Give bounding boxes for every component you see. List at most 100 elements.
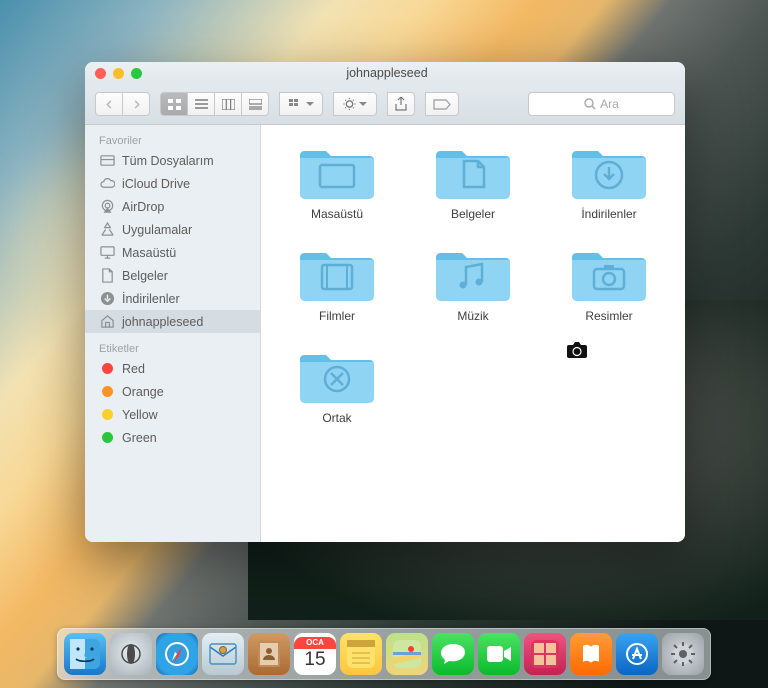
dock-maps[interactable] [386, 633, 428, 675]
sidebar-item-label: İndirilenler [122, 292, 180, 306]
folder-icon [572, 247, 646, 302]
close-button[interactable] [95, 68, 106, 79]
dock-mail[interactable] [202, 633, 244, 675]
minimize-button[interactable] [113, 68, 124, 79]
dock-calendar[interactable]: OCA15 [294, 633, 336, 675]
arrange-button[interactable] [279, 92, 323, 116]
sidebar-tag-red[interactable]: Red [85, 357, 260, 380]
folder-icon [300, 349, 374, 404]
dock-finder[interactable] [64, 633, 106, 675]
sidebar: Favoriler Tüm Dosyalarım iCloud Drive AirD… [85, 125, 261, 542]
airdrop-icon [99, 199, 115, 215]
calendar-day: 15 [304, 649, 325, 671]
dock-messages[interactable] [432, 633, 474, 675]
dock-contacts[interactable] [248, 633, 290, 675]
sidebar-item-desktop[interactable]: Masaüstü [85, 241, 260, 264]
folder-icon [300, 247, 374, 302]
zoom-button[interactable] [131, 68, 142, 79]
folder-down[interactable]: İndirilenler [551, 145, 667, 221]
share-group [387, 92, 415, 116]
folder-desktop[interactable]: Masaüstü [279, 145, 395, 221]
apps-icon [99, 222, 115, 238]
content-area[interactable]: Masaüstü Belgeler İndirilenler Filmler Müzik… [261, 125, 685, 542]
back-button[interactable] [95, 92, 123, 116]
list-view-button[interactable] [188, 92, 215, 116]
titlebar[interactable]: johnappleseed [85, 62, 685, 84]
dock-facetime[interactable] [478, 633, 520, 675]
search-icon [584, 98, 596, 110]
icon-view-button[interactable] [160, 92, 188, 116]
share-button[interactable] [387, 92, 415, 116]
folder-doc[interactable]: Belgeler [415, 145, 531, 221]
home-icon [99, 314, 115, 330]
downloads-icon [99, 291, 115, 307]
sidebar-item-label: AirDrop [122, 200, 164, 214]
sidebar-header-tags: Etiketler [85, 339, 260, 357]
tag-dot-icon [102, 363, 113, 374]
desktop: johnappleseed [0, 0, 768, 688]
folder-music[interactable]: Müzik [415, 247, 531, 323]
folder-public[interactable]: Ortak [279, 349, 395, 425]
sidebar-tag-green[interactable]: Green [85, 426, 260, 449]
sidebar-item-downloads[interactable]: İndirilenler [85, 287, 260, 310]
folder-icon [436, 145, 510, 200]
folder-icon [436, 247, 510, 302]
folder-pic[interactable]: Resimler [551, 247, 667, 323]
tag-dot-icon [102, 432, 113, 443]
sidebar-tag-yellow[interactable]: Yellow [85, 403, 260, 426]
folder-label: Resimler [585, 309, 632, 323]
all-files-icon [99, 153, 115, 169]
folder-label: Müzik [457, 309, 488, 323]
folder-label: Ortak [322, 411, 351, 425]
folder-icon [300, 145, 374, 200]
action-button[interactable] [333, 92, 377, 116]
dock-notes[interactable] [340, 633, 382, 675]
sidebar-item-label: Masaüstü [122, 246, 176, 260]
dock: OCA15 [0, 628, 768, 680]
sidebar-item-icloud[interactable]: iCloud Drive [85, 172, 260, 195]
edit-tags-button[interactable] [425, 92, 459, 116]
forward-button[interactable] [123, 92, 150, 116]
sidebar-item-label: Uygulamalar [122, 223, 192, 237]
sidebar-tag-label: Yellow [122, 408, 158, 422]
window-title: johnappleseed [85, 66, 685, 80]
folder-movie[interactable]: Filmler [279, 247, 395, 323]
dock-preferences[interactable] [662, 633, 704, 675]
sidebar-tag-label: Orange [122, 385, 164, 399]
search-input[interactable]: Ara [528, 92, 675, 116]
toolbar: Ara [85, 84, 685, 125]
view-buttons [160, 92, 269, 116]
tag-dot-icon [102, 386, 113, 397]
folder-label: Masaüstü [311, 207, 363, 221]
dock-launchpad[interactable] [110, 633, 152, 675]
sidebar-header-favorites: Favoriler [85, 131, 260, 149]
desktop-icon [99, 245, 115, 261]
traffic-lights [85, 68, 142, 79]
documents-icon [99, 268, 115, 284]
coverflow-view-button[interactable] [242, 92, 269, 116]
folder-label: Belgeler [451, 207, 495, 221]
dock-safari[interactable] [156, 633, 198, 675]
calendar-month: OCA [294, 637, 336, 649]
sidebar-tag-label: Red [122, 362, 145, 376]
finder-window: johnappleseed [85, 62, 685, 542]
sidebar-item-label: johnappleseed [122, 315, 203, 329]
sidebar-tag-label: Green [122, 431, 157, 445]
column-view-button[interactable] [215, 92, 242, 116]
search-placeholder: Ara [600, 97, 619, 111]
folder-label: İndirilenler [581, 207, 636, 221]
tags-group [425, 92, 459, 116]
sidebar-item-home[interactable]: johnappleseed [85, 310, 260, 333]
sidebar-item-apps[interactable]: Uygulamalar [85, 218, 260, 241]
sidebar-tag-orange[interactable]: Orange [85, 380, 260, 403]
sidebar-item-documents[interactable]: Belgeler [85, 264, 260, 287]
sidebar-item-label: Tüm Dosyalarım [122, 154, 214, 168]
sidebar-item-airdrop[interactable]: AirDrop [85, 195, 260, 218]
sidebar-item-label: Belgeler [122, 269, 168, 283]
nav-buttons [95, 92, 150, 116]
action-group [333, 92, 377, 116]
dock-ibooks[interactable] [570, 633, 612, 675]
sidebar-item-all-files[interactable]: Tüm Dosyalarım [85, 149, 260, 172]
dock-appstore[interactable] [616, 633, 658, 675]
dock-photobooth[interactable] [524, 633, 566, 675]
